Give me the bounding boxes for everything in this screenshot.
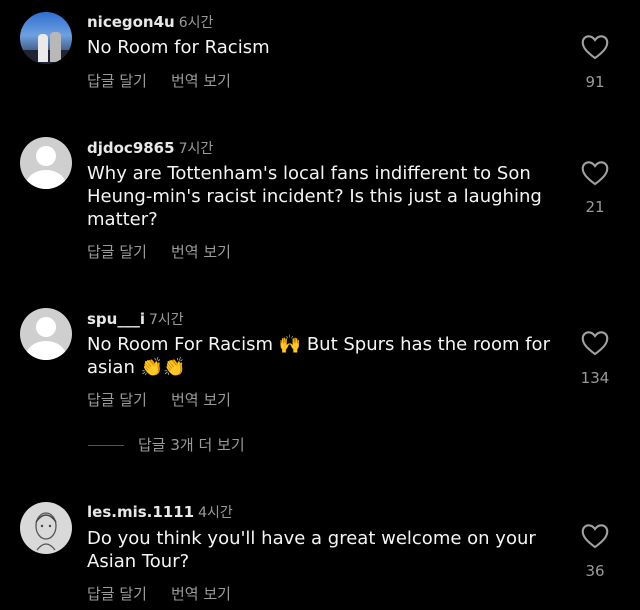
translate-button[interactable]: 번역 보기: [171, 72, 231, 90]
timestamp: 6시간: [178, 15, 214, 31]
comment-actions: 답글 달기 번역 보기: [87, 241, 255, 262]
like-count: 36: [585, 562, 605, 580]
like-count: 21: [585, 198, 605, 216]
username[interactable]: les.mis.1111: [87, 503, 194, 521]
translate-button[interactable]: 번역 보기: [171, 243, 231, 261]
username[interactable]: djdoc9865: [87, 139, 175, 157]
comment-header: nicegon4u 6시간: [87, 12, 213, 32]
timestamp: 7시간: [149, 312, 184, 328]
like-count: 134: [580, 369, 610, 387]
username[interactable]: nicegon4u: [87, 13, 175, 31]
comment-actions: 답글 달기 번역 보기: [87, 70, 255, 91]
reply-button[interactable]: 답글 달기: [87, 585, 147, 603]
comment-text: No Room for Racism: [87, 37, 270, 58]
comment-header: les.mis.1111 4시간: [87, 502, 233, 522]
divider: [88, 445, 124, 446]
avatar[interactable]: [20, 12, 72, 64]
timestamp: 7시간: [178, 141, 214, 157]
reply-button[interactable]: 답글 달기: [87, 72, 147, 90]
like-button[interactable]: [580, 160, 610, 186]
view-more-replies-button[interactable]: 답글 3개 더 보기: [88, 434, 245, 456]
avatar[interactable]: [20, 137, 72, 189]
heart-outline-icon: [581, 524, 609, 549]
reply-button[interactable]: 답글 달기: [87, 391, 147, 409]
heart-outline-icon: [581, 35, 609, 60]
timestamp: 4시간: [198, 505, 233, 521]
avatar[interactable]: [20, 502, 72, 554]
comment-header: djdoc9865 7시간: [87, 138, 213, 158]
translate-button[interactable]: 번역 보기: [171, 585, 231, 603]
comment-text: No Room For Racism 🙌 But Spurs has the r…: [87, 334, 550, 378]
comment-text: Do you think you'll have a great welcome…: [87, 528, 536, 572]
heart-outline-icon: [581, 161, 609, 186]
comment-actions: 답글 달기 번역 보기: [87, 389, 255, 410]
like-button[interactable]: [580, 330, 610, 356]
username[interactable]: spu___i: [87, 310, 145, 328]
avatar[interactable]: [20, 308, 72, 360]
reply-button[interactable]: 답글 달기: [87, 243, 147, 261]
like-count: 91: [585, 73, 605, 91]
comment-text: Why are Tottenham's local fans indiffere…: [87, 163, 542, 230]
sketch-face-icon: [35, 512, 57, 551]
heart-outline-icon: [581, 331, 609, 356]
like-button[interactable]: [580, 523, 610, 549]
view-more-replies-label: 답글 3개 더 보기: [138, 436, 245, 454]
comment-header: spu___i 7시간: [87, 309, 184, 329]
like-button[interactable]: [580, 34, 610, 60]
translate-button[interactable]: 번역 보기: [171, 391, 231, 409]
comment-actions: 답글 달기 번역 보기: [87, 583, 255, 604]
